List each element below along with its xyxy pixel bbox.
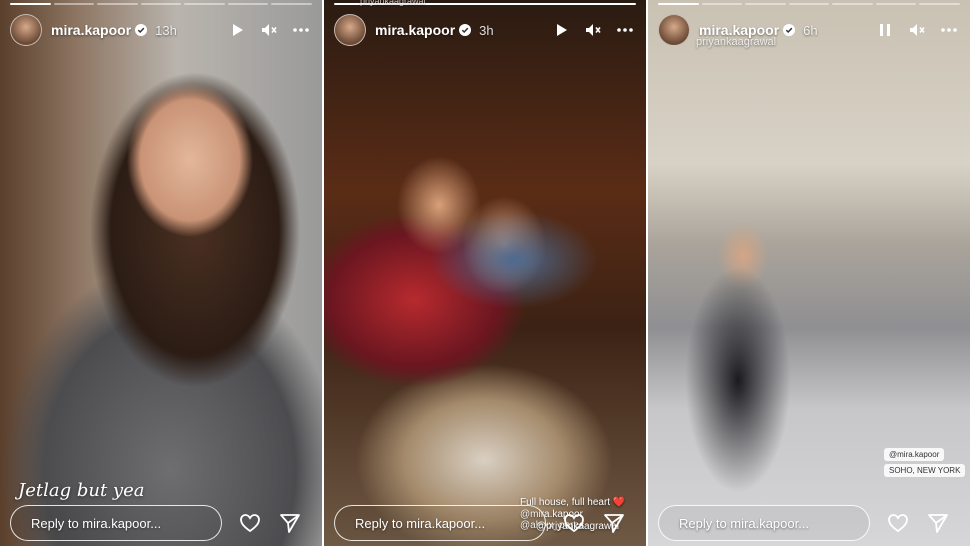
story-photo-2 bbox=[324, 0, 646, 546]
story-progress-bar bbox=[10, 3, 313, 5]
story-panel-1[interactable]: mira.kapoor 13h Jetlag but yea Reply to … bbox=[0, 0, 322, 546]
story-header: mira.kapoor 3h bbox=[334, 14, 634, 46]
story-photo-1 bbox=[0, 0, 322, 546]
play-icon[interactable] bbox=[552, 21, 570, 39]
mute-icon[interactable] bbox=[908, 21, 926, 39]
verified-badge-icon bbox=[135, 24, 148, 36]
story-footer: Reply to mira.kapoor... bbox=[334, 500, 636, 546]
progress-segment bbox=[658, 3, 699, 5]
heart-icon[interactable] bbox=[886, 511, 910, 535]
heart-icon[interactable] bbox=[562, 511, 586, 535]
progress-segment bbox=[745, 3, 786, 5]
story-progress-bar bbox=[658, 3, 961, 5]
avatar[interactable] bbox=[334, 14, 366, 46]
more-icon[interactable] bbox=[292, 21, 310, 39]
play-icon[interactable] bbox=[228, 21, 246, 39]
heart-icon[interactable] bbox=[238, 511, 262, 535]
mention-tag[interactable]: @mira.kapoor bbox=[884, 448, 945, 461]
reply-input[interactable]: Reply to mira.kapoor... bbox=[10, 505, 222, 541]
progress-segment bbox=[788, 3, 830, 5]
progress-segment bbox=[184, 3, 225, 5]
story-time: 3h bbox=[479, 22, 494, 38]
progress-segment bbox=[53, 3, 95, 5]
send-icon[interactable] bbox=[602, 511, 626, 535]
progress-segment bbox=[701, 3, 743, 5]
more-icon[interactable] bbox=[616, 21, 634, 39]
avatar[interactable] bbox=[658, 14, 690, 46]
mute-icon[interactable] bbox=[260, 21, 278, 39]
progress-segment bbox=[227, 3, 269, 5]
progress-segment bbox=[10, 3, 51, 5]
more-icon[interactable] bbox=[940, 21, 958, 39]
story-time: 13h bbox=[155, 22, 177, 38]
verified-badge-icon bbox=[783, 24, 796, 36]
mute-icon[interactable] bbox=[584, 21, 602, 39]
location-tag[interactable]: SOHO, NEW YORK bbox=[884, 464, 966, 477]
progress-segment bbox=[140, 3, 182, 5]
progress-segment bbox=[271, 3, 313, 5]
story-subtitle: priyankaagrawal bbox=[696, 36, 777, 48]
send-icon[interactable] bbox=[278, 511, 302, 535]
send-icon[interactable] bbox=[926, 511, 950, 535]
reply-input[interactable]: Reply to mira.kapoor... bbox=[658, 505, 870, 541]
story-footer: Reply to mira.kapoor... bbox=[658, 500, 960, 546]
story-panel-3[interactable]: mira.kapoor 6h priyankaagrawal @mira.kap… bbox=[648, 0, 970, 546]
progress-segment bbox=[875, 3, 917, 5]
story-caption: Jetlag but yea bbox=[18, 480, 145, 501]
avatar[interactable] bbox=[10, 14, 42, 46]
story-subtitle: priyankaagrawal bbox=[360, 0, 426, 6]
progress-segment bbox=[832, 3, 873, 5]
story-header: mira.kapoor 13h bbox=[10, 14, 310, 46]
verified-badge-icon bbox=[459, 24, 472, 36]
username[interactable]: mira.kapoor bbox=[51, 22, 131, 38]
story-time: 6h bbox=[803, 22, 818, 38]
pause-icon[interactable] bbox=[876, 21, 894, 39]
username[interactable]: mira.kapoor bbox=[375, 22, 455, 38]
reply-input[interactable]: Reply to mira.kapoor... bbox=[334, 505, 546, 541]
story-footer: Reply to mira.kapoor... bbox=[10, 500, 312, 546]
story-panel-2[interactable]: mira.kapoor 3h priyankaagrawal Full hous… bbox=[324, 0, 646, 546]
progress-segment bbox=[919, 3, 961, 5]
progress-segment bbox=[97, 3, 138, 5]
